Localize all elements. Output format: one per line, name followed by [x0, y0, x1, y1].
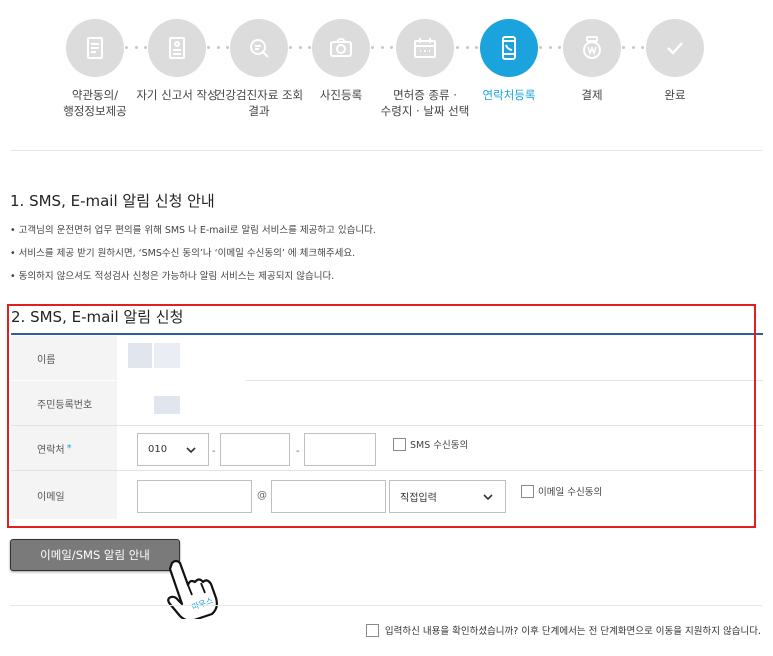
checkbox[interactable] [365, 623, 379, 637]
info-bullet: • 서비스를 제공 받기 원하시면, ‘SMS수신 동의’나 ‘이메일 수신동의… [10, 248, 356, 259]
divider [10, 605, 762, 606]
calendar-icon [414, 38, 436, 58]
form-icon [169, 37, 185, 59]
divider [10, 150, 762, 151]
section1-title: 1. SMS, E-mail 알림 신청 안내 [10, 192, 215, 210]
info-bullet: • 고객님의 운전면허 업무 편의를 위해 SMS 나 E-mail로 알림 서… [10, 225, 376, 236]
pointing-hand-icon: 마우스 [167, 559, 218, 619]
camera-icon [330, 38, 352, 57]
confirm-checkbox[interactable]: 입력하신 내용을 확인하셨습니까? 이후 단계에서는 전 단계화면으로 이동을 … [365, 623, 761, 637]
step-self-report [148, 19, 206, 77]
progress-steps: 약관동의/행정정보제공 자기 신고서 작성 건강검진자료 조회 결과 사진등록 면… [0, 0, 773, 150]
search-document-icon [250, 39, 269, 58]
step-consent [66, 19, 124, 77]
step-health-check [230, 19, 288, 77]
info-bullet: • 동의하지 않으셔도 적성검사 신청은 가능하나 알림 서비스는 제공되지 않… [10, 271, 335, 282]
highlight-box [7, 304, 756, 528]
step-photo [312, 19, 370, 77]
phone-icon [502, 36, 516, 60]
document-icon [87, 37, 103, 59]
won-coin-icon [583, 36, 601, 59]
step-payment [563, 19, 621, 77]
step-complete [646, 19, 704, 77]
step-license-type [396, 19, 454, 77]
step-label-complete: 완료 [664, 88, 686, 102]
step-contact [480, 19, 538, 77]
check-icon [667, 42, 683, 55]
